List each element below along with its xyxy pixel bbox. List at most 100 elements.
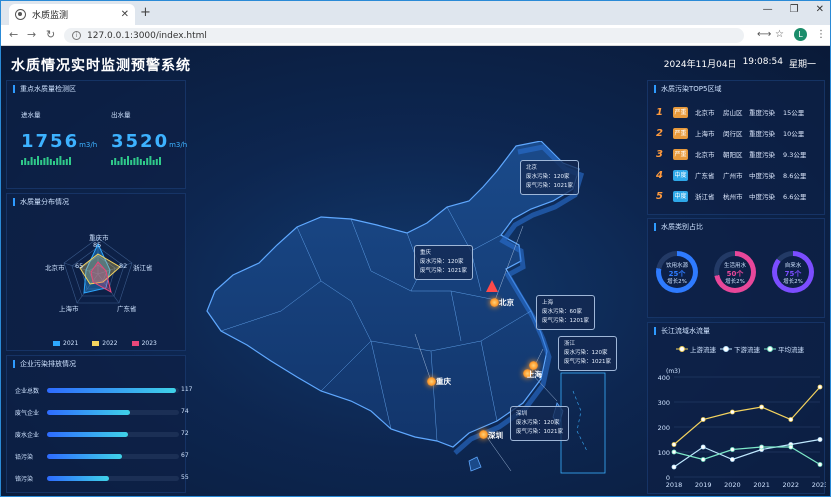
bar-track	[47, 476, 179, 481]
legend-item[interactable]: 2022	[92, 340, 118, 347]
minimize-icon[interactable]: —	[763, 4, 773, 15]
close-window-icon[interactable]: ✕	[816, 4, 824, 15]
pollution-kind: 重度污染	[749, 130, 775, 138]
sparkline-bar	[56, 158, 59, 165]
data-point	[700, 417, 706, 422]
browser-tab[interactable]: 水质监测 ✕	[9, 4, 135, 25]
panel-title: 长江流域水流量	[654, 327, 710, 335]
enterprise-panel: 企业污染排放情况 企业总数 117 废气企业 74 废水企业 72 铅污染 67 铬污染…	[6, 355, 192, 493]
site-info-icon[interactable]: i	[72, 31, 81, 40]
window-controls: — ❐ ✕	[763, 4, 824, 15]
weekday-text: 星期一	[788, 60, 816, 70]
reload-icon[interactable]: ↻	[46, 28, 55, 41]
bar-label: 废气企业	[15, 410, 40, 417]
bar-fill	[47, 476, 110, 481]
series-line	[673, 446, 821, 466]
bar-label: 铅污染	[15, 454, 34, 461]
bookmark-star-icon[interactable]: ☆	[775, 29, 784, 40]
radar-axis-label: 上海市	[59, 305, 79, 313]
ring-growth: 增长2%	[667, 279, 687, 285]
legend-item[interactable]: 2021	[53, 340, 78, 347]
restore-icon[interactable]: ❐	[790, 4, 799, 15]
enterprise-bar-row: 企业总数 117	[15, 384, 193, 396]
sparkline-bar	[53, 161, 55, 165]
forward-icon[interactable]: →	[27, 28, 36, 41]
distance: 8.6公里	[783, 172, 807, 180]
ring-name: 自来水	[784, 263, 802, 269]
menu-kebab-icon[interactable]: ⋮	[816, 29, 826, 40]
profile-avatar[interactable]: L	[794, 28, 807, 41]
flow-line-chart: 上游流速 下游流速 平均流速(m3)01002003004002018 2019 202…	[658, 345, 826, 489]
bar-fill	[47, 432, 128, 437]
top5-row[interactable]: 3 严重 北京市 朝阳区 重度污染 9.3公里	[656, 145, 826, 163]
top5-row[interactable]: 4 中度 广东省 广州市 中度污染 8.6公里	[656, 166, 826, 184]
y-tick-label: 300	[658, 399, 670, 407]
sparkline-bars	[21, 156, 161, 165]
ring-name: 饮用水源	[665, 263, 688, 269]
y-tick-label: 400	[658, 374, 670, 382]
district: 朝阳区	[723, 151, 743, 159]
sparkline-bar	[143, 161, 145, 165]
data-point	[788, 417, 794, 422]
datetime: 2024年11月04日 19:08:54 星期一	[664, 57, 816, 70]
panel-title: 水质类别占比	[654, 223, 703, 231]
sparkline-bar	[155, 159, 158, 165]
severity-badge: 中度	[673, 169, 688, 181]
distance: 10公里	[783, 130, 805, 138]
sparkline-bar	[30, 157, 33, 165]
city-marker[interactable]	[479, 430, 488, 439]
top5-row[interactable]: 5 中度 浙江省 杭州市 中度污染 6.6公里	[656, 187, 826, 205]
legend-label: 上游流速	[690, 345, 717, 354]
distance: 6.6公里	[783, 193, 807, 201]
data-point	[788, 444, 794, 450]
data-point	[671, 449, 677, 455]
ring-gauge: 自来水 75个 增长2%	[772, 251, 814, 293]
sparkline-bar	[21, 160, 23, 165]
city-marker[interactable]	[427, 377, 436, 386]
district: 杭州市	[723, 193, 743, 201]
address-bar: ← → ↻ i 127.0.0.1:3000/index.html ⟷ ☆ L …	[1, 25, 830, 46]
legend-label: 平均流速	[778, 345, 805, 354]
bar-label: 废水企业	[15, 432, 40, 439]
y-tick-label: 100	[658, 449, 670, 457]
top5-row[interactable]: 2 严重 上海市 闵行区 重度污染 10公里	[656, 124, 826, 142]
radar-value-label: 85	[93, 241, 102, 249]
sparkline-bar	[33, 159, 36, 165]
radar-chart	[63, 237, 133, 304]
close-tab-icon[interactable]: ✕	[121, 9, 129, 20]
data-point	[730, 457, 735, 462]
new-tab-button[interactable]: +	[140, 5, 151, 20]
rank-number: 3	[656, 148, 663, 160]
top5-row[interactable]: 1 严重 北京市 房山区 重度污染 15公里	[656, 103, 826, 121]
map-callout-zhejiang: 浙江 废水污染：120家 废气污染：1021家	[558, 336, 617, 371]
data-point	[817, 384, 823, 390]
water-type-panel: 水质类别占比 饮用水源 25个 增长2% 生活用水 50个 增长2% 自来水 75个 增长2%	[647, 218, 825, 318]
translate-icon[interactable]: ⟷	[757, 29, 771, 40]
x-tick-label: 2019	[695, 481, 712, 489]
city-label: 重庆	[436, 377, 451, 386]
sparkline-bar	[62, 160, 65, 165]
sparkline-bar	[27, 161, 30, 165]
severity-badge: 严重	[673, 106, 688, 118]
bar-value: 117	[181, 386, 193, 393]
pollution-kind: 重度污染	[749, 109, 775, 117]
x-tick-label: 2021	[753, 481, 770, 489]
city-label: 上海	[527, 370, 542, 379]
back-icon[interactable]: ←	[9, 28, 18, 41]
city-marker[interactable]	[490, 298, 499, 307]
page-title: 水质情况实时监测预警系统	[11, 58, 191, 74]
city-label: 深圳	[488, 431, 503, 440]
map-callout-chongqing: 重庆 废水污染：120家 废气污染：1021家	[414, 245, 473, 280]
data-point	[730, 447, 735, 452]
data-point	[700, 444, 706, 450]
province: 北京市	[695, 151, 715, 159]
legend-item[interactable]: 2023	[131, 340, 157, 347]
url-field[interactable]: i 127.0.0.1:3000/index.html	[64, 28, 744, 43]
panel-title: 重点水质量检测区	[13, 85, 76, 93]
sparkline-bar	[37, 156, 39, 165]
beijing-flag-icon	[486, 280, 498, 292]
tab-title: 水质监测	[32, 11, 69, 21]
ring-value: 25个	[668, 270, 686, 278]
sparkline-bar	[152, 160, 155, 165]
legend-marker	[723, 346, 729, 352]
